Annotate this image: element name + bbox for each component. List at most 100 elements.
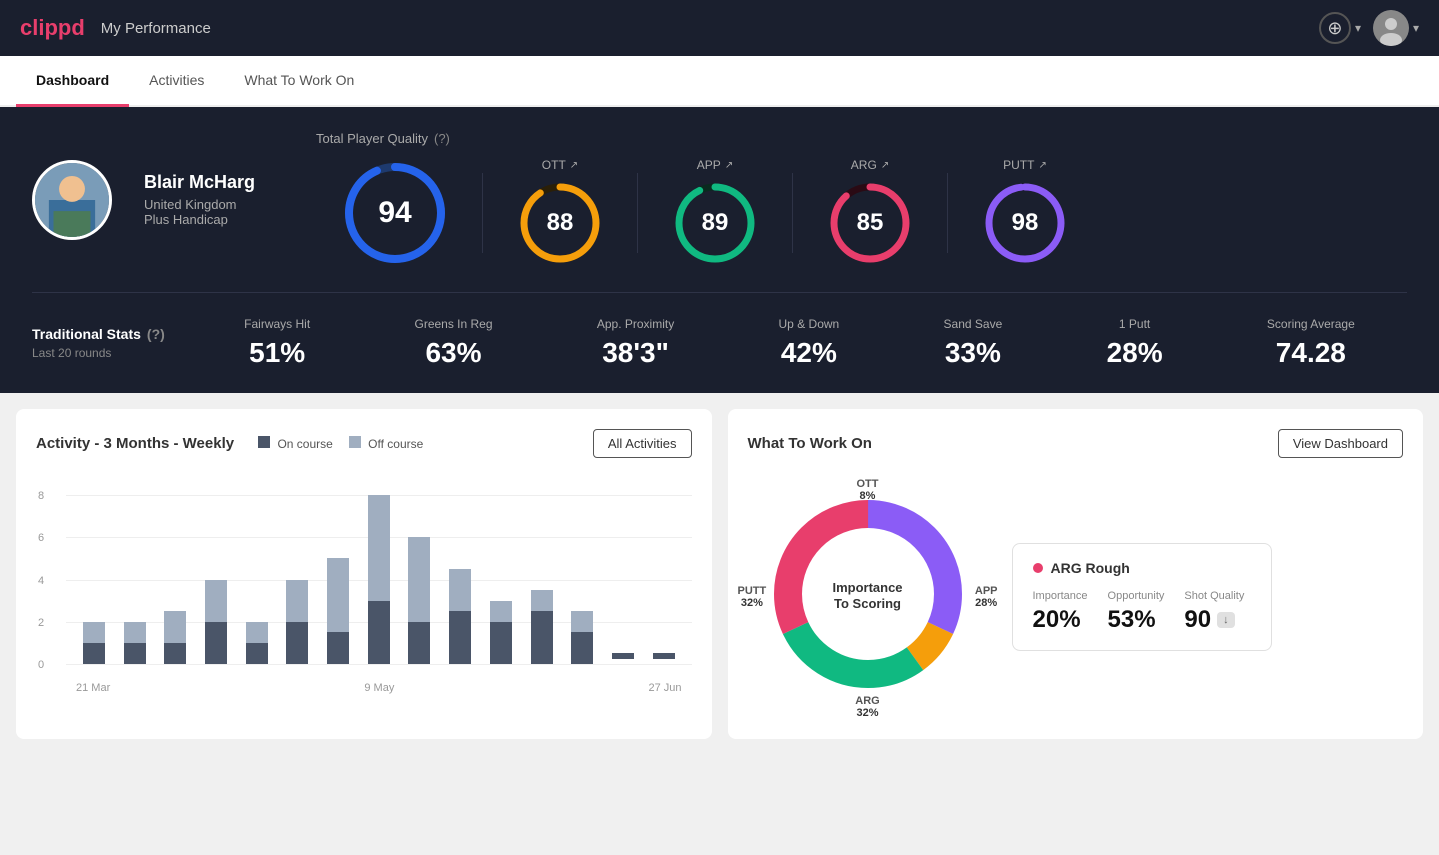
metrics-row: 94 OTT ↗ 88 (316, 158, 1407, 268)
stat-scoring-value: 74.28 (1267, 337, 1355, 369)
putt-label: PUTT ↗ (980, 158, 1070, 172)
on-course-label: On course (277, 437, 332, 451)
x-labels: 21 Mar 9 May 27 Jun (66, 682, 692, 694)
bar-off-course (124, 622, 146, 643)
stats-help-icon[interactable]: (?) (147, 326, 165, 342)
work-info-box: ARG Rough Importance 20% Opportunity 53%… (1012, 543, 1272, 651)
ott-gauge-wrap: OTT ↗ 88 (491, 158, 629, 268)
grid-label-6: 6 (38, 532, 44, 544)
app-gauge-wrap: APP ↗ 89 (646, 158, 784, 268)
info-metric-importance: Importance 20% (1033, 590, 1088, 634)
dark-panel: Blair McHarg United Kingdom Plus Handica… (0, 107, 1439, 393)
bar-on-course (124, 643, 146, 664)
avatar (1373, 10, 1409, 46)
main-gauge-wrap: 94 (316, 158, 474, 268)
user-chevron: ▾ (1413, 21, 1419, 35)
stat-1putt: 1 Putt 28% (1107, 317, 1163, 369)
header-left: clippd My Performance (20, 15, 211, 41)
app-donut-label: APP 28% (975, 585, 998, 609)
help-icon[interactable]: (?) (434, 131, 450, 146)
bar-off-course (449, 569, 471, 611)
on-course-dot (258, 436, 270, 448)
bar-off-course (531, 590, 553, 611)
bar-on-course (286, 622, 308, 664)
stat-fairways-value: 51% (244, 337, 310, 369)
main-gauge: 94 (340, 158, 450, 268)
putt-gauge-wrap: PUTT ↗ 98 (956, 158, 1094, 268)
bar-on-course (327, 632, 349, 664)
arg-value: 85 (857, 209, 884, 237)
bar-group (646, 474, 682, 664)
ott-gauge: 88 (515, 178, 605, 268)
header-title: My Performance (101, 20, 211, 37)
bar-off-course (205, 580, 227, 622)
bar-on-course (205, 622, 227, 664)
info-metrics: Importance 20% Opportunity 53% Shot Qual… (1033, 590, 1251, 634)
stat-proximity-value: 38'3" (597, 337, 674, 369)
bars-container (66, 474, 692, 664)
all-activities-button[interactable]: All Activities (593, 429, 692, 458)
tab-what-to-work-on[interactable]: What To Work On (224, 56, 374, 107)
player-handicap: Plus Handicap (144, 212, 284, 227)
player-name: Blair McHarg (144, 172, 284, 193)
info-metric-shotquality: Shot Quality 90 ↓ (1184, 590, 1244, 634)
info-dot (1033, 563, 1043, 573)
stat-greens-value: 63% (414, 337, 492, 369)
info-box-title: ARG Rough (1033, 560, 1251, 576)
quality-section: Total Player Quality (?) 94 (316, 131, 1407, 268)
bar-off-course (490, 601, 512, 622)
bar-group (320, 474, 356, 664)
ott-donut-label: OTT 8% (857, 478, 879, 502)
bar-group (361, 474, 397, 664)
stats-sublabel: Last 20 rounds (32, 346, 192, 360)
player-row: Blair McHarg United Kingdom Plus Handica… (32, 131, 1407, 293)
bar-off-course (83, 622, 105, 643)
activity-chart-title: Activity - 3 Months - Weekly (36, 435, 234, 452)
tab-activities[interactable]: Activities (129, 56, 224, 107)
bar-group (76, 474, 112, 664)
bar-off-course (368, 495, 390, 601)
bar-on-course (83, 643, 105, 664)
stat-proximity: App. Proximity 38'3" (597, 317, 674, 369)
bar-on-course (246, 643, 268, 664)
arg-gauge-wrap: ARG ↗ 85 (801, 158, 939, 268)
player-country: United Kingdom (144, 197, 284, 212)
add-button[interactable]: ⊕ (1319, 12, 1351, 44)
stats-items: Fairways Hit 51% Greens In Reg 63% App. … (192, 317, 1407, 369)
bar-group (157, 474, 193, 664)
activity-card-header: Activity - 3 Months - Weekly On course O… (36, 429, 692, 458)
bar-group (605, 474, 641, 664)
add-chevron: ▾ (1355, 21, 1361, 35)
x-label-3: 27 Jun (648, 682, 681, 694)
bar-off-course (286, 580, 308, 622)
arg-gauge: 85 (825, 178, 915, 268)
app-label: APP ↗ (670, 158, 760, 172)
bar-group (564, 474, 600, 664)
grid-label-4: 4 (38, 575, 44, 587)
view-dashboard-button[interactable]: View Dashboard (1278, 429, 1403, 458)
grid-label-8: 8 (38, 490, 44, 502)
stats-label-col: Traditional Stats (?) Last 20 rounds (32, 326, 192, 360)
bottom-section: Activity - 3 Months - Weekly On course O… (0, 393, 1439, 755)
stat-scoring-label: Scoring Average (1267, 317, 1355, 331)
stat-1putt-value: 28% (1107, 337, 1163, 369)
x-label-1: 21 Mar (76, 682, 110, 694)
bar-group (117, 474, 153, 664)
tab-dashboard[interactable]: Dashboard (16, 56, 129, 107)
logo: clippd (20, 15, 85, 41)
off-course-dot (349, 436, 361, 448)
user-menu[interactable]: ▾ (1373, 10, 1419, 46)
stat-scoring: Scoring Average 74.28 (1267, 317, 1355, 369)
stat-sandsave-label: Sand Save (944, 317, 1003, 331)
putt-gauge: 98 (980, 178, 1070, 268)
stats-label: Traditional Stats (?) (32, 326, 192, 342)
bar-group (198, 474, 234, 664)
stat-greens: Greens In Reg 63% (414, 317, 492, 369)
stat-updown: Up & Down 42% (779, 317, 840, 369)
stat-sandsave-value: 33% (944, 337, 1003, 369)
stat-greens-label: Greens In Reg (414, 317, 492, 331)
stat-updown-value: 42% (779, 337, 840, 369)
bar-group (483, 474, 519, 664)
arg-label: ARG ↗ (825, 158, 915, 172)
quality-label: Total Player Quality (?) (316, 131, 1407, 146)
